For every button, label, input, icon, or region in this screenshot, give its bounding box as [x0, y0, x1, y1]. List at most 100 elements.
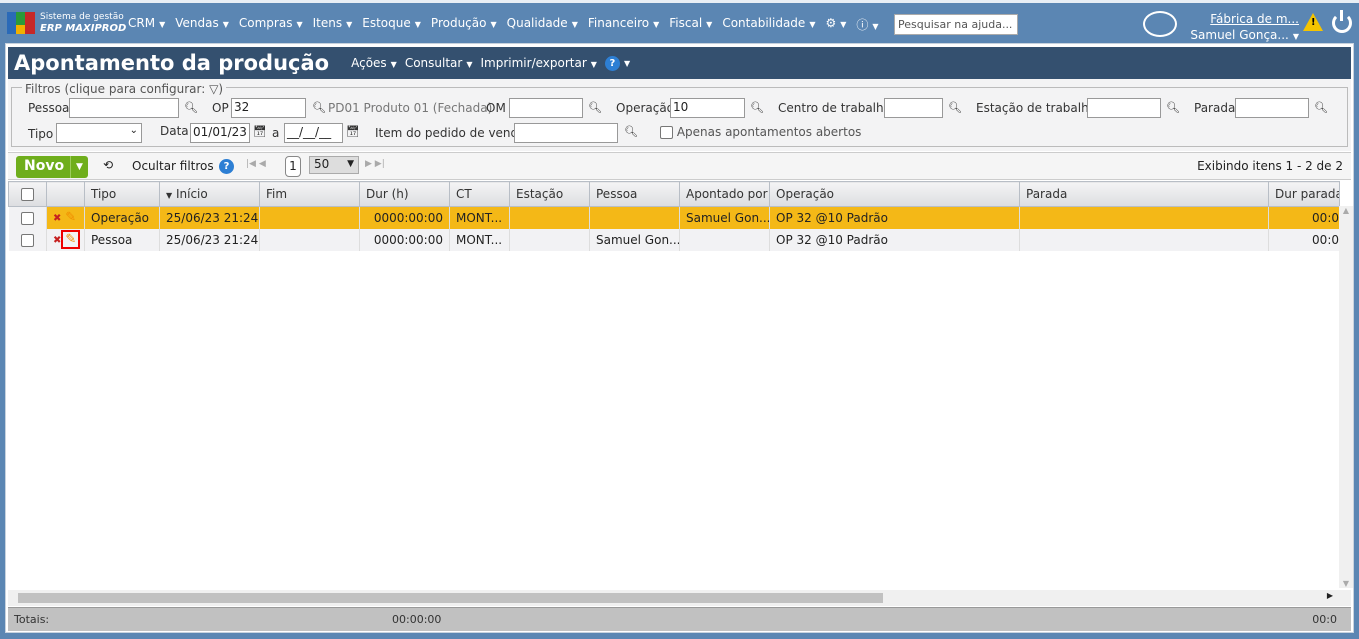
help-button[interactable]: ?	[219, 158, 234, 174]
edit-icon[interactable]: ✎	[61, 230, 81, 249]
filters-legend[interactable]: Filtros (clique para configurar: ▽)	[22, 82, 227, 96]
logo-line2: ERP MAXIPROD	[40, 23, 127, 34]
col-dur-parada[interactable]: Dur parada	[1268, 181, 1340, 207]
om-input[interactable]	[509, 98, 583, 118]
warning-icon[interactable]: !	[1303, 13, 1323, 31]
ct-input[interactable]	[884, 98, 943, 118]
col-estacao[interactable]: Estação	[509, 181, 590, 207]
search-icon[interactable]: 🔍︎	[624, 125, 638, 138]
page-size-select[interactable]: 50 ▼	[309, 156, 359, 174]
main-panel: Apontamento da produção Ações ▼ Consultar…	[5, 43, 1354, 633]
om-label: OM	[486, 101, 506, 115]
abertos-checkbox[interactable]: Apenas apontamentos abertos	[660, 125, 861, 139]
company-link[interactable]: Fábrica de m...	[1210, 12, 1299, 26]
gear-icon[interactable]: ⚙ ▼	[825, 16, 846, 33]
op-label: OP	[212, 101, 229, 115]
col-operacao[interactable]: Operação	[769, 181, 1020, 207]
operacao-label: Operação	[616, 101, 675, 115]
data-to-input[interactable]: __/__/__	[284, 123, 343, 143]
tipo-select[interactable]: ⌄	[56, 123, 142, 143]
col-pessoa[interactable]: Pessoa	[589, 181, 680, 207]
menu-imprimir[interactable]: Imprimir/exportar ▼	[481, 56, 597, 70]
search-icon[interactable]: 🔍︎	[312, 101, 326, 114]
row-checkbox[interactable]	[8, 228, 47, 251]
menu-contabilidade[interactable]: Contabilidade ▼	[722, 16, 815, 33]
actions-header	[46, 181, 85, 207]
cell-estacao	[509, 228, 590, 251]
refresh-icon[interactable]: ⟲	[103, 158, 113, 172]
vertical-scrollbar[interactable]: ▲ ▼	[1339, 206, 1353, 588]
col-inicio[interactable]: ▼ Início	[159, 181, 260, 207]
first-page-icon[interactable]: |◀ ◀	[246, 159, 266, 169]
logo[interactable]: Sistema de gestão ERP MAXIPROD	[7, 12, 126, 34]
pessoa-input[interactable]	[69, 98, 179, 118]
search-icon[interactable]: 🔍︎	[1314, 101, 1328, 114]
data-label: Data	[160, 124, 189, 138]
col-apontado[interactable]: Apontado por	[679, 181, 770, 207]
cell-pessoa	[589, 206, 680, 229]
menu-producao[interactable]: Produção ▼	[431, 16, 497, 33]
item-input[interactable]	[514, 123, 618, 143]
horizontal-scrollbar[interactable]: ▶	[8, 590, 1351, 606]
cell-fim	[259, 228, 360, 251]
search-icon[interactable]: 🔍︎	[588, 101, 602, 114]
totals-row: Totais: 00:00:00 00:0	[8, 607, 1351, 631]
search-icon[interactable]: 🔍︎	[948, 101, 962, 114]
calendar-icon[interactable]: 📅︎	[253, 125, 267, 138]
cell-fim	[259, 206, 360, 229]
col-tipo[interactable]: Tipo	[84, 181, 160, 207]
calendar-icon[interactable]: 📅︎	[346, 125, 360, 138]
cell-estacao	[509, 206, 590, 229]
parada-label: Parada	[1194, 101, 1236, 115]
edit-icon[interactable]: ✎	[65, 210, 76, 225]
row-checkbox[interactable]	[8, 206, 47, 229]
next-page-icon[interactable]: ▶ ▶|	[365, 159, 385, 169]
menu-acoes[interactable]: Ações ▼	[351, 56, 397, 70]
grid-toolbar: Novo ▼ ⟲ Ocultar filtros ? |◀ ◀ 1 50 ▼ ▶ ▶…	[8, 152, 1351, 180]
power-icon[interactable]	[1332, 10, 1352, 33]
col-parada[interactable]: Parada	[1019, 181, 1269, 207]
page-number[interactable]: 1	[285, 156, 301, 177]
op-input[interactable]: 32	[231, 98, 306, 118]
table-header: Tipo ▼ Início Fim Dur (h) CT Estação Pes…	[8, 181, 1340, 207]
col-fim[interactable]: Fim	[259, 181, 360, 207]
help-search-input[interactable]: Pesquisar na ajuda...	[894, 14, 1018, 35]
menu-consultar[interactable]: Consultar ▼	[405, 56, 473, 70]
menu-estoque[interactable]: Estoque ▼	[362, 16, 421, 33]
menu-qualidade[interactable]: Qualidade ▼	[507, 16, 578, 33]
parada-input[interactable]	[1235, 98, 1309, 118]
col-dur[interactable]: Dur (h)	[359, 181, 450, 207]
menu-vendas[interactable]: Vendas ▼	[175, 16, 229, 33]
novo-button[interactable]: Novo ▼	[16, 156, 88, 178]
operacao-input[interactable]: 10	[670, 98, 745, 118]
menu-crm[interactable]: CRM ▼	[128, 16, 165, 33]
chat-icon[interactable]	[1143, 11, 1177, 37]
data-from-input[interactable]: 01/01/23	[190, 123, 250, 143]
estacao-input[interactable]	[1087, 98, 1161, 118]
select-all-checkbox[interactable]	[8, 181, 47, 207]
user-menu[interactable]: Samuel Gonça... ▼	[1190, 28, 1299, 42]
cell-inicio: 25/06/23 21:24	[159, 206, 260, 229]
col-ct[interactable]: CT	[449, 181, 510, 207]
help-icon[interactable]: ⓘ ▼	[856, 16, 878, 33]
table-row[interactable]: ✖ ✎ Pessoa 25/06/23 21:24 0000:00:00 MONT…	[8, 228, 1340, 251]
menu-compras[interactable]: Compras ▼	[239, 16, 303, 33]
table-row[interactable]: ✖ ✎ Operação 25/06/23 21:24 0000:00:00 M…	[8, 206, 1340, 229]
menu-fiscal[interactable]: Fiscal ▼	[669, 16, 712, 33]
search-icon[interactable]: 🔍︎	[750, 101, 764, 114]
ocultar-filtros-button[interactable]: Ocultar filtros	[132, 159, 214, 173]
search-icon[interactable]: 🔍︎	[1166, 101, 1180, 114]
page-help-button[interactable]: ? ▼	[604, 55, 630, 71]
search-icon[interactable]: 🔍︎	[184, 101, 198, 114]
menu-financeiro[interactable]: Financeiro ▼	[588, 16, 659, 33]
cell-ct: MONT...	[449, 206, 510, 229]
novo-dropdown[interactable]: ▼	[70, 156, 88, 178]
menu-itens[interactable]: Itens ▼	[313, 16, 353, 33]
cell-dur-parada: 00:0	[1268, 228, 1340, 251]
cell-ct: MONT...	[449, 228, 510, 251]
cell-pessoa: Samuel Gon...	[589, 228, 680, 251]
delete-icon[interactable]: ✖	[53, 213, 61, 224]
page-title: Apontamento da produção	[14, 51, 330, 75]
pessoa-label: Pessoa	[28, 101, 70, 115]
totals-dur-parada: 00:0	[1312, 613, 1337, 626]
